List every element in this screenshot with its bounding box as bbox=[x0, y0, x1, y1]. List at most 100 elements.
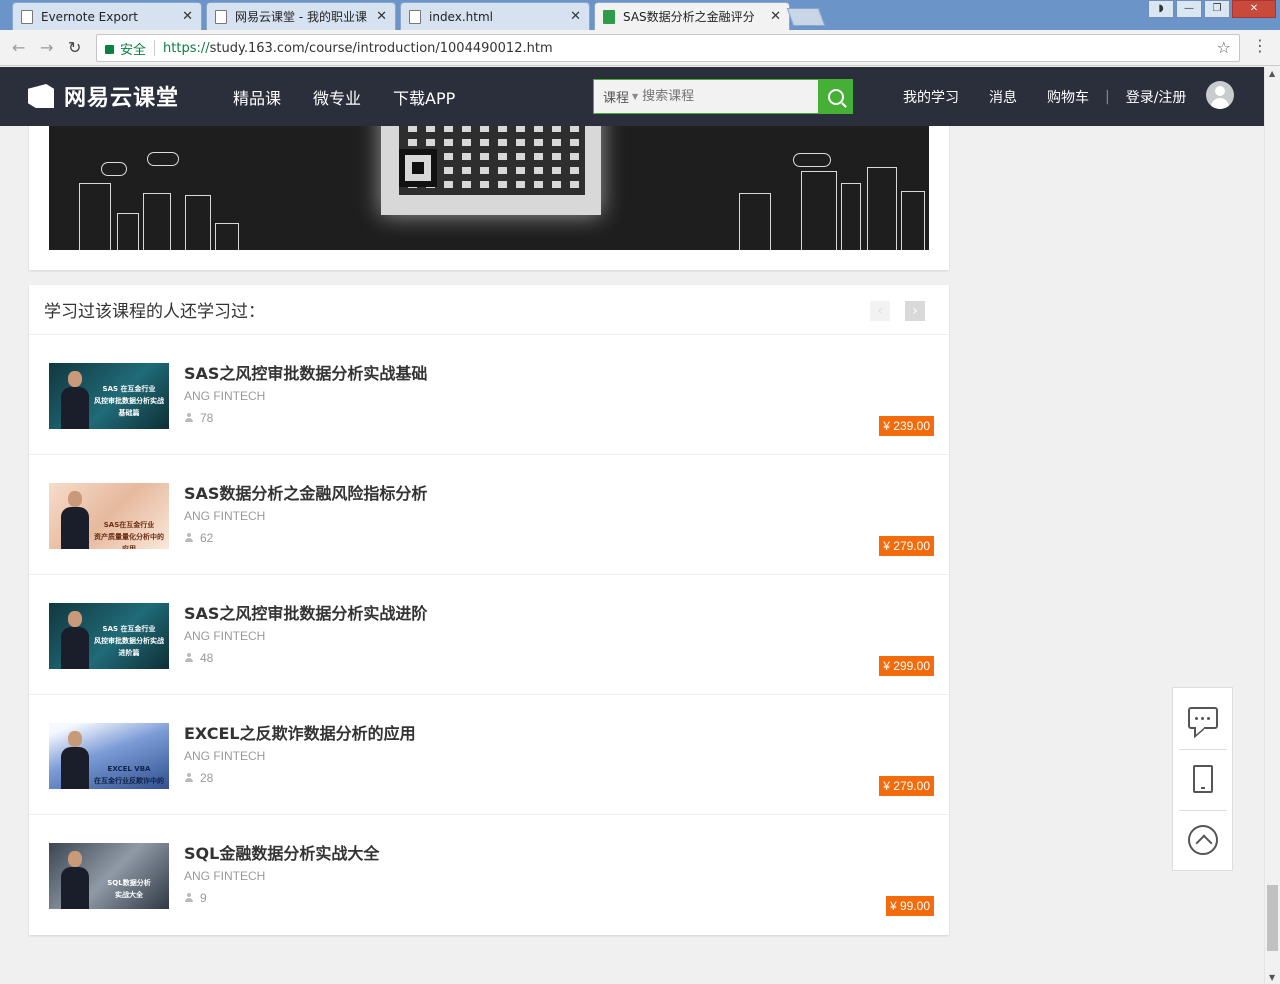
user-icon bbox=[184, 653, 194, 663]
minimize-button[interactable]: — bbox=[1176, 0, 1202, 18]
address-bar[interactable]: 安全 https:// study.163.com/course/introdu… bbox=[96, 34, 1240, 62]
page-icon bbox=[21, 9, 33, 24]
user-nav: 我的学习 消息 购物车 | 登录/注册 bbox=[903, 87, 1186, 107]
url-text: study.163.com/course/introduction/100449… bbox=[209, 40, 553, 56]
course-provider: ANG FINTECH bbox=[184, 509, 266, 523]
feedback-button[interactable] bbox=[1173, 688, 1232, 748]
nav-item-premium-courses[interactable]: 精品课 bbox=[233, 85, 281, 109]
logo-text: 网易云课堂 bbox=[64, 86, 180, 111]
course-title[interactable]: SAS之风控审批数据分析实战进阶 bbox=[184, 600, 427, 624]
browser-toolbar: ← → ↻ 安全 https:// study.163.com/course/i… bbox=[0, 30, 1280, 66]
course-item[interactable]: SQL数据分析 实战大全 SQL金融数据分析实战大全 ANG FINTECH 9… bbox=[29, 815, 949, 935]
nav-item-micro-major[interactable]: 微专业 bbox=[313, 85, 361, 109]
next-page-button[interactable]: › bbox=[905, 301, 925, 321]
course-title[interactable]: SAS数据分析之金融风险指标分析 bbox=[184, 480, 427, 504]
nav-item-download-app[interactable]: 下载APP bbox=[393, 85, 455, 109]
learner-count: 28 bbox=[184, 771, 213, 785]
window-controls: ◗ — ❐ ✕ bbox=[1148, 0, 1276, 18]
learner-count: 62 bbox=[184, 531, 213, 545]
course-thumbnail[interactable]: SAS 在互金行业 风控审批数据分析实战 基础篇 bbox=[49, 363, 169, 429]
book-icon bbox=[603, 9, 615, 24]
browser-tab-3[interactable]: index.html ✕ bbox=[400, 2, 590, 30]
search-input[interactable] bbox=[642, 81, 813, 112]
course-item[interactable]: SAS 在互金行业 风控审批数据分析实战 基础篇 SAS之风控审批数据分析实战基… bbox=[29, 335, 949, 455]
search-category-select[interactable]: 课程 bbox=[594, 87, 629, 106]
tablet-icon bbox=[1192, 765, 1213, 793]
main-nav: 精品课 微专业 下载APP bbox=[233, 85, 455, 109]
page-icon bbox=[215, 9, 227, 24]
back-arrow-icon[interactable]: ← bbox=[12, 38, 25, 57]
course-provider: ANG FINTECH bbox=[184, 749, 266, 763]
price-badge: ¥ 239.00 bbox=[879, 416, 934, 436]
site-logo[interactable]: 网易云课堂 bbox=[28, 80, 179, 112]
back-to-top-button[interactable] bbox=[1173, 810, 1232, 870]
price-badge: ¥ 99.00 bbox=[885, 896, 934, 916]
mobile-app-button[interactable] bbox=[1173, 749, 1232, 809]
browser-tab-2[interactable]: 网易云课堂 - 我的职业课 ✕ bbox=[206, 2, 396, 30]
prev-page-button[interactable]: ‹ bbox=[870, 301, 890, 321]
user-icon bbox=[184, 773, 194, 783]
logo-icon bbox=[28, 84, 54, 108]
browser-tab-4[interactable]: SAS数据分析之金融评分 ✕ bbox=[594, 2, 790, 30]
course-title[interactable]: EXCEL之反欺诈数据分析的应用 bbox=[184, 720, 416, 744]
new-tab-button[interactable] bbox=[786, 8, 826, 26]
forward-arrow-icon[interactable]: → bbox=[40, 38, 53, 57]
course-item[interactable]: SAS 在互金行业 风控审批数据分析实战 进阶篇 SAS之风控审批数据分析实战进… bbox=[29, 575, 949, 695]
window-close-button[interactable]: ✕ bbox=[1232, 0, 1276, 18]
menu-icon[interactable]: ⋮ bbox=[1252, 38, 1268, 54]
messages-link[interactable]: 消息 bbox=[989, 87, 1017, 107]
maximize-button[interactable]: ❐ bbox=[1204, 0, 1230, 18]
price-badge: ¥ 279.00 bbox=[879, 536, 934, 556]
star-icon[interactable]: ☆ bbox=[1217, 38, 1231, 57]
course-provider: ANG FINTECH bbox=[184, 389, 266, 403]
related-courses-panel: 学习过该课程的人还学习过： ‹ › SAS 在互金行业 风控审批数据分析实战 基… bbox=[29, 285, 949, 935]
page-icon bbox=[409, 9, 421, 24]
nav-divider: | bbox=[1105, 89, 1110, 105]
related-courses-title: 学习过该课程的人还学习过： bbox=[44, 302, 265, 322]
omnibox-divider bbox=[154, 40, 156, 56]
my-learning-link[interactable]: 我的学习 bbox=[903, 87, 959, 107]
browser-tab-1[interactable]: Evernote Export ✕ bbox=[12, 2, 202, 30]
caret-down-icon: ▼ bbox=[632, 92, 639, 101]
reload-icon[interactable]: ↻ bbox=[68, 38, 81, 57]
price-badge: ¥ 279.00 bbox=[879, 776, 934, 796]
user-profile-button[interactable]: ◗ bbox=[1148, 0, 1174, 18]
course-provider: ANG FINTECH bbox=[184, 629, 266, 643]
course-title[interactable]: SAS之风控审批数据分析实战基础 bbox=[184, 360, 427, 384]
course-thumbnail[interactable]: SAS在互金行业 资产质量量化分析中的应用 bbox=[49, 483, 169, 549]
price-badge: ¥ 299.00 bbox=[879, 656, 934, 676]
page-scrollbar[interactable]: ▲ ▼ bbox=[1264, 67, 1280, 984]
learner-count: 9 bbox=[184, 891, 207, 905]
tab-title: index.html bbox=[429, 9, 493, 24]
scroll-up-arrow-icon[interactable]: ▲ bbox=[1269, 69, 1275, 78]
scrollbar-thumb[interactable] bbox=[1267, 885, 1278, 951]
course-thumbnail[interactable]: SQL数据分析 实战大全 bbox=[49, 843, 169, 909]
course-item[interactable]: SAS在互金行业 资产质量量化分析中的应用 SAS数据分析之金融风险指标分析 A… bbox=[29, 455, 949, 575]
related-courses-header: 学习过该课程的人还学习过： ‹ › bbox=[29, 285, 949, 335]
url-scheme: https:// bbox=[163, 40, 210, 56]
tab-title: Evernote Export bbox=[41, 9, 138, 24]
learner-count: 48 bbox=[184, 651, 213, 665]
course-thumbnail[interactable]: SAS 在互金行业 风控审批数据分析实战 进阶篇 bbox=[49, 603, 169, 669]
course-thumbnail[interactable]: EXCEL VBA 在互金行业反欺诈中的应用 bbox=[49, 723, 169, 789]
close-icon[interactable]: ✕ bbox=[182, 9, 193, 24]
learner-count: 78 bbox=[184, 411, 213, 425]
close-icon[interactable]: ✕ bbox=[570, 9, 581, 24]
browser-tab-strip: Evernote Export ✕ 网易云课堂 - 我的职业课 ✕ index.… bbox=[0, 0, 1280, 30]
chat-icon bbox=[1187, 707, 1218, 729]
close-icon[interactable]: ✕ bbox=[770, 9, 781, 24]
scroll-down-arrow-icon[interactable]: ▼ bbox=[1269, 973, 1275, 982]
close-icon[interactable]: ✕ bbox=[376, 9, 387, 24]
lock-icon bbox=[105, 44, 114, 54]
search-button[interactable] bbox=[818, 79, 853, 114]
avatar[interactable] bbox=[1206, 81, 1234, 109]
tab-title: 网易云课堂 - 我的职业课 bbox=[235, 10, 367, 24]
back-to-top-icon bbox=[1187, 825, 1218, 855]
site-header: 网易云课堂 精品课 微专业 下载APP 课程 ▼ 我的学习 消息 购物车 | 登… bbox=[0, 67, 1264, 126]
page-viewport: 网易云课堂 精品课 微专业 下载APP 课程 ▼ 我的学习 消息 购物车 | 登… bbox=[0, 67, 1264, 984]
cart-link[interactable]: 购物车 bbox=[1047, 87, 1089, 107]
login-register-link[interactable]: 登录/注册 bbox=[1126, 87, 1187, 107]
course-item[interactable]: EXCEL VBA 在互金行业反欺诈中的应用 EXCEL之反欺诈数据分析的应用 … bbox=[29, 695, 949, 815]
tab-title: SAS数据分析之金融评分 bbox=[623, 10, 755, 24]
course-title[interactable]: SQL金融数据分析实战大全 bbox=[184, 840, 379, 864]
